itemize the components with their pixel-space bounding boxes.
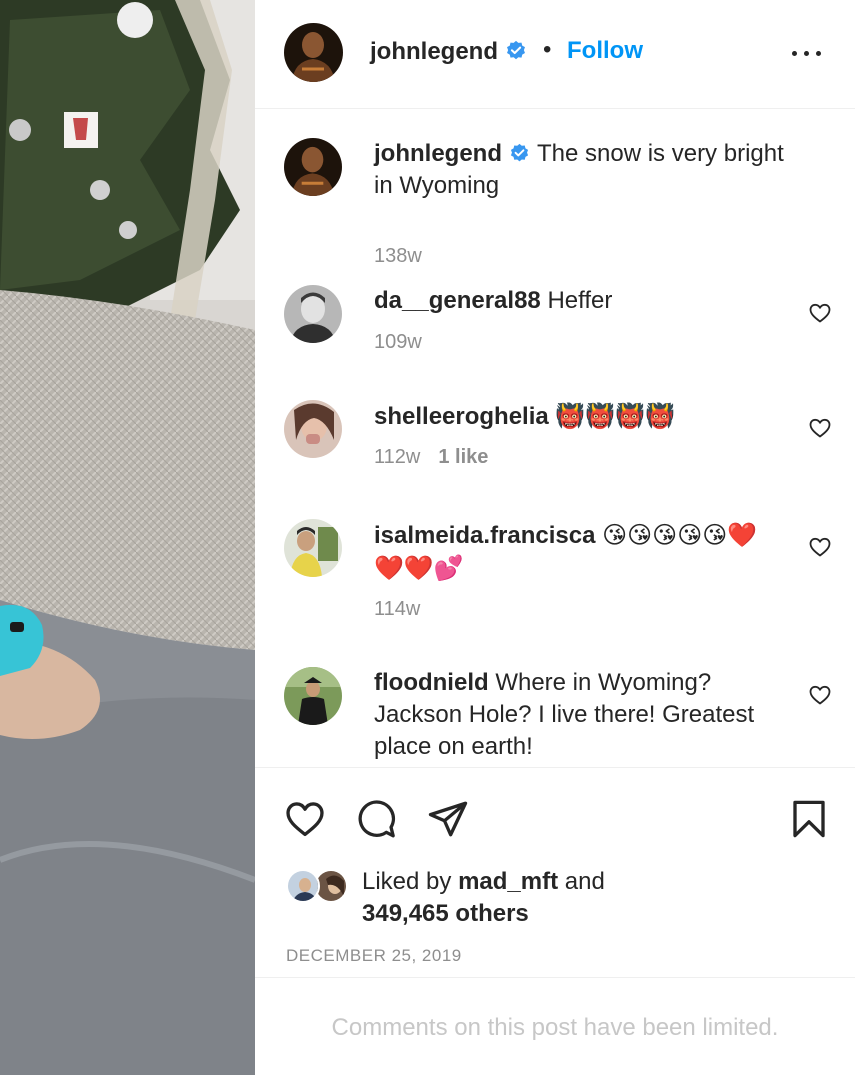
- liked-by-prefix: Liked by: [362, 868, 452, 895]
- comment-username[interactable]: da__general88: [374, 287, 541, 314]
- comment-meta: 112w 1 like: [374, 446, 488, 469]
- commenter-avatar[interactable]: [284, 667, 342, 725]
- caption-author-avatar[interactable]: [284, 138, 342, 196]
- post-photo: [0, 0, 255, 1075]
- caption-meta: 138w: [374, 245, 422, 268]
- comment-age[interactable]: 112w: [374, 446, 420, 468]
- comment-age[interactable]: 114w: [374, 598, 420, 620]
- comment-body: 👹👹👹👹: [555, 402, 675, 430]
- liker-avatar[interactable]: [286, 869, 320, 903]
- comment-text-block: da__general88 Heffer: [374, 285, 784, 317]
- commenter-avatar[interactable]: [284, 400, 342, 458]
- comment-bubble-icon[interactable]: [355, 798, 397, 840]
- comment-body: Heffer: [547, 287, 613, 314]
- comment-like-heart-icon[interactable]: [808, 416, 832, 440]
- post-sidebar: johnlegend • Follow johnlegend The snow i…: [255, 0, 855, 1075]
- comment-text-block: shelleeroghelia 👹👹👹👹: [374, 400, 784, 433]
- comments-list[interactable]: johnlegend The snow is very bright in Wyo…: [255, 110, 855, 767]
- likes-count-link[interactable]: 349,465 others: [362, 900, 529, 927]
- caption-age[interactable]: 138w: [374, 245, 422, 267]
- post-date[interactable]: DECEMBER 25, 2019: [286, 946, 462, 966]
- comment-username[interactable]: floodnield: [374, 669, 489, 696]
- paper-plane-icon[interactable]: [427, 798, 469, 840]
- comment-like-heart-icon[interactable]: [808, 301, 832, 325]
- comment-text-block: isalmeida.francisca 😘😘😘😘😘❤️❤️❤️💕: [374, 519, 784, 585]
- follow-button[interactable]: Follow: [567, 37, 643, 65]
- commenter-avatar[interactable]: [284, 285, 342, 343]
- caption-username[interactable]: johnlegend: [374, 140, 502, 167]
- likes-text: Liked by mad_mft and 349,465 others: [362, 866, 842, 930]
- heart-icon[interactable]: [284, 798, 326, 840]
- comment-meta: 114w: [374, 598, 420, 621]
- comments-limited-notice: Comments on this post have been limited.: [331, 1014, 779, 1041]
- comment-like-heart-icon[interactable]: [808, 535, 832, 559]
- comment-like-heart-icon[interactable]: [808, 683, 832, 707]
- comment-age[interactable]: 109w: [374, 331, 422, 353]
- commenter-avatar[interactable]: [284, 519, 342, 577]
- comment-username[interactable]: isalmeida.francisca: [374, 522, 595, 549]
- comment-username[interactable]: shelleeroghelia: [374, 403, 549, 430]
- post-header: johnlegend • Follow: [255, 0, 855, 109]
- header-separator: •: [543, 36, 552, 63]
- post-actions-bar: [255, 767, 855, 838]
- author-username-text[interactable]: johnlegend: [370, 38, 498, 65]
- comment-meta: 109w: [374, 331, 422, 354]
- comment-box-area: Comments on this post have been limited.: [255, 977, 855, 1075]
- more-options-icon[interactable]: [790, 43, 824, 63]
- verified-badge-icon: [510, 143, 529, 162]
- author-avatar[interactable]: [284, 23, 343, 82]
- bookmark-icon[interactable]: [788, 798, 830, 840]
- author-username[interactable]: johnlegend: [370, 38, 527, 66]
- liker-username[interactable]: mad_mft: [458, 868, 558, 895]
- comment-like-count[interactable]: 1 like: [438, 446, 488, 468]
- caption-text-block: johnlegend The snow is very bright in Wyo…: [374, 138, 784, 202]
- liked-by-joiner: and: [564, 868, 605, 895]
- verified-badge-icon: [507, 40, 525, 60]
- comment-text-block: floodnield Where in Wyoming? Jackson Hol…: [374, 667, 784, 763]
